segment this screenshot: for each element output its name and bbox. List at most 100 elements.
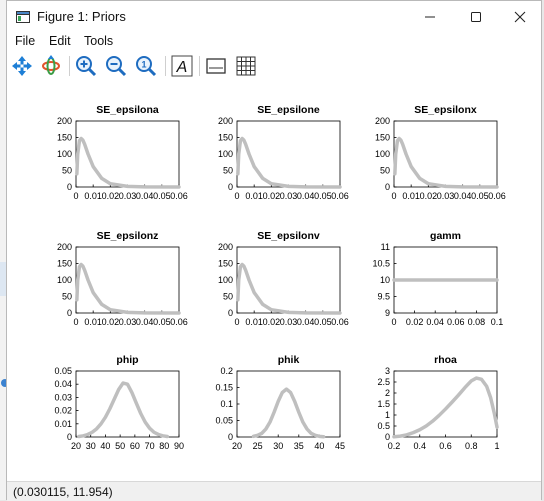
x-tick-label: 45 (335, 441, 345, 451)
y-tick-label: 2 (385, 388, 390, 398)
x-tick-label: 0.03 (280, 317, 298, 327)
y-tick-label: 9.5 (377, 292, 390, 302)
subplot-SE_epsilone[interactable]: SE_epsilone 0 0.01 0.02 0.03 0.04 0.05 0.06 0 50 1… (218, 104, 349, 201)
figure-window: Figure 1: Priors File Edit Tools 1 A SE_… (6, 0, 542, 501)
x-tick-label: 50 (115, 441, 125, 451)
x-tick-label: 0 (234, 191, 239, 201)
x-tick-label: 0.06 (170, 317, 188, 327)
y-tick-label: 0 (228, 182, 233, 192)
x-tick-label: 0.05 (153, 317, 171, 327)
minimize-icon (425, 16, 435, 18)
x-tick-label: 0.04 (136, 317, 154, 327)
x-tick-label: 0.06 (331, 191, 349, 201)
x-tick-label: 0.06 (170, 191, 188, 201)
maximize-button[interactable] (453, 1, 499, 33)
zoom-out-button[interactable] (104, 54, 128, 78)
y-tick-label: 0 (228, 308, 233, 318)
x-tick-label: 40 (314, 441, 324, 451)
x-tick-label: 0.05 (471, 191, 489, 201)
x-tick-label: 0.01 (245, 317, 263, 327)
subplot-SE_epsilona[interactable]: SE_epsilona 0 0.01 0.02 0.03 0.04 0.05 0.06 0 50 1… (57, 104, 188, 201)
y-tick-label: 50 (223, 166, 233, 176)
x-tick-label: 90 (174, 441, 184, 451)
menu-tools[interactable]: Tools (84, 34, 113, 48)
x-tick-label: 20 (71, 441, 81, 451)
close-button[interactable] (497, 1, 543, 33)
y-tick-label: 200 (57, 116, 72, 126)
text-button-label: A (176, 59, 188, 76)
subplot-SE_epsilonz[interactable]: SE_epsilonz 0 0.01 0.02 0.03 0.04 0.05 0.06 0 50 1… (57, 230, 188, 327)
y-tick-label: 0.01 (54, 419, 72, 429)
y-tick-label: 0 (67, 308, 72, 318)
x-tick-label: 0.8 (465, 441, 478, 451)
grid-button[interactable] (234, 54, 258, 78)
y-tick-label: 0 (67, 182, 72, 192)
pan-button[interactable] (10, 54, 34, 78)
subplot-rhoa[interactable]: rhoa0.2 0.4 0.6 0.8 100.511.522.53 (377, 354, 499, 451)
y-tick-label: 0 (385, 182, 390, 192)
menu-edit[interactable]: Edit (49, 34, 71, 48)
x-tick-label: 0.01 (84, 191, 102, 201)
x-tick-label: 25 (253, 441, 263, 451)
svg-text:1: 1 (141, 60, 146, 70)
x-tick-label: 0 (391, 191, 396, 201)
text-button[interactable]: A (170, 54, 194, 78)
y-tick-label: 0.02 (54, 406, 72, 416)
y-tick-label: 0.15 (215, 383, 233, 393)
subplot-SE_epsilonv[interactable]: SE_epsilonv 0 0.01 0.02 0.03 0.04 0.05 0.06 0 50 1… (218, 230, 349, 327)
subplot-title: SE_epsilone (257, 104, 320, 116)
zoom-in-button[interactable] (74, 54, 98, 78)
axes-box (236, 120, 341, 188)
y-tick-label: 150 (375, 133, 390, 143)
subplot-SE_epsilonx[interactable]: SE_epsilonx 0 0.01 0.02 0.03 0.04 0.05 0.06 0 50 1… (375, 104, 506, 201)
y-tick-label: 50 (62, 292, 72, 302)
x-tick-label: 1 (494, 441, 499, 451)
subplot-phik[interactable]: phik 20 25 30 35 40 45 0 0.05 0.1 0.15 0.2 (215, 354, 345, 451)
x-tick-label: 0.01 (245, 191, 263, 201)
reset-zoom-button[interactable]: 1 (134, 54, 158, 78)
x-tick-label: 0.03 (119, 317, 137, 327)
y-tick-label: 100 (375, 149, 390, 159)
x-tick-label: 40 (100, 441, 110, 451)
y-tick-label: 150 (218, 259, 233, 269)
x-tick-label: 0 (73, 191, 78, 201)
x-tick-label: 0.03 (280, 191, 298, 201)
y-tick-label: 150 (57, 133, 72, 143)
x-tick-label: 0 (73, 317, 78, 327)
menu-file[interactable]: File (15, 34, 35, 48)
y-tick-label: 9 (385, 308, 390, 318)
rotate-button[interactable] (39, 54, 63, 78)
x-tick-label: 0.1 (491, 317, 504, 327)
y-tick-label: 50 (223, 292, 233, 302)
axes-box (75, 370, 180, 438)
axes-box (75, 246, 180, 314)
subplot-phip[interactable]: phip 20 30 40 50 60 70 80 90 0 0.01 0.02 0.03 0.04 0.0… (54, 354, 184, 451)
axes-box (236, 370, 341, 438)
x-tick-label: 0.02 (102, 191, 120, 201)
y-tick-label: 200 (218, 116, 233, 126)
axes-box (236, 246, 341, 314)
y-tick-label: 0.2 (220, 366, 233, 376)
x-tick-label: 0.06 (447, 317, 465, 327)
title-bar: Figure 1: Priors (7, 1, 541, 33)
x-tick-label: 0.04 (426, 317, 444, 327)
toolbar-separator (69, 56, 70, 76)
subplot-gamm[interactable]: gamm 0 0.02 0.04 0.06 0.08 0.1 9 9.5 10 10.5 11 (372, 230, 503, 327)
x-tick-label: 30 (273, 441, 283, 451)
axes-button[interactable] (204, 54, 228, 78)
maximize-icon (471, 12, 481, 22)
subplot-title: gamm (430, 230, 461, 242)
axes-icon (206, 58, 226, 74)
minimize-button[interactable] (407, 1, 453, 33)
x-tick-label: 0.03 (119, 191, 137, 201)
y-tick-label: 0.05 (54, 366, 72, 376)
x-tick-label: 0.04 (136, 191, 154, 201)
x-tick-label: 0 (391, 317, 396, 327)
y-tick-label: 100 (218, 275, 233, 285)
move-arrows-icon (12, 56, 32, 76)
y-tick-label: 150 (57, 259, 72, 269)
x-tick-label: 0 (234, 317, 239, 327)
x-tick-label: 30 (86, 441, 96, 451)
figure-canvas[interactable]: SE_epsilona 0 0.01 0.02 0.03 0.04 0.05 0.06 0 50 1… (7, 81, 541, 481)
y-tick-label: 50 (380, 166, 390, 176)
